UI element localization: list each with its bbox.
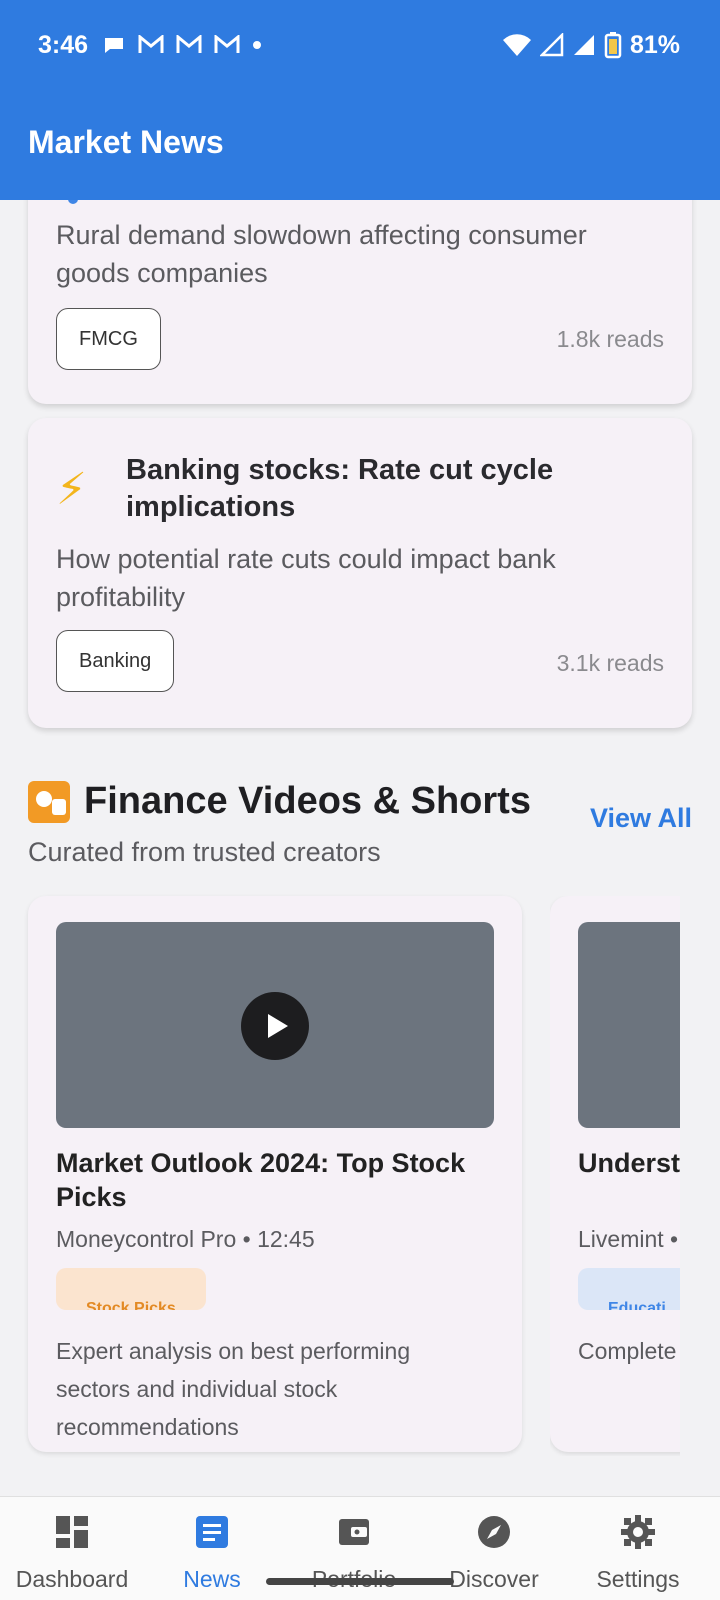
video-title: Underst for Begi bbox=[578, 1148, 680, 1178]
news-reads: 3.1k reads bbox=[556, 650, 664, 676]
home-indicator[interactable] bbox=[266, 1578, 454, 1585]
video-category-label: Educati bbox=[608, 1300, 666, 1310]
news-card[interactable]: Rural demand slowdown affecting consumer… bbox=[28, 200, 692, 404]
video-card[interactable]: Underst for Begi Livemint • Educati Comp… bbox=[550, 896, 680, 1452]
signal-icon bbox=[573, 35, 594, 55]
nav-news[interactable]: News bbox=[140, 1515, 284, 1593]
nav-settings[interactable]: Settings bbox=[566, 1515, 710, 1593]
compass-icon bbox=[478, 1516, 510, 1548]
video-category-chip: Educati bbox=[578, 1268, 680, 1310]
news-description: Rural demand slowdown affecting consumer… bbox=[56, 220, 587, 288]
page-title: Market News bbox=[28, 124, 224, 160]
signal-icon bbox=[539, 33, 564, 57]
gmail-icon bbox=[214, 35, 240, 53]
videos-section-subtitle: Curated from trusted creators bbox=[28, 837, 381, 867]
video-thumbnail[interactable] bbox=[578, 922, 680, 1128]
video-thumbnail[interactable] bbox=[56, 922, 494, 1128]
video-card-peek: Underst for Begi Livemint • Educati Comp… bbox=[550, 896, 680, 1456]
news-tag[interactable]: Banking bbox=[56, 630, 175, 692]
gmail-icon bbox=[138, 35, 164, 53]
dashboard-icon bbox=[56, 1516, 88, 1548]
video-title: Market Outlook 2024: Top Stock Picks bbox=[56, 1148, 466, 1212]
news-card[interactable]: ⚡ Banking stocks: Rate cut cycle implica… bbox=[28, 418, 692, 728]
video-meta: Moneycontrol Pro • 12:45 bbox=[56, 1226, 315, 1252]
gmail-icon bbox=[176, 35, 202, 53]
status-bar: 3:46 81% bbox=[38, 28, 680, 62]
news-emoji-icon bbox=[68, 200, 78, 204]
app-bar: 3:46 81% Market News bbox=[0, 0, 720, 200]
lightning-icon: ⚡ bbox=[56, 465, 87, 514]
news-icon bbox=[196, 1516, 228, 1548]
nav-label: Dashboard bbox=[15, 1566, 129, 1592]
nav-dashboard[interactable]: Dashboard bbox=[0, 1515, 144, 1593]
news-reads: 1.8k reads bbox=[556, 326, 664, 352]
dot-icon bbox=[253, 41, 262, 49]
movie-camera-icon bbox=[28, 780, 70, 823]
status-time: 3:46 bbox=[38, 30, 89, 59]
video-category-label: Stock Picks bbox=[86, 1300, 176, 1310]
battery-icon bbox=[604, 32, 622, 59]
gear-icon bbox=[621, 1515, 655, 1549]
video-meta: Livemint • bbox=[578, 1226, 679, 1252]
wifi-icon bbox=[502, 34, 531, 56]
news-tag[interactable]: FMCG bbox=[56, 308, 161, 370]
battery-percent: 81% bbox=[629, 30, 680, 59]
video-category-chip: Stock Picks bbox=[56, 1268, 206, 1310]
view-all-button[interactable]: View All bbox=[590, 803, 692, 834]
video-description: Complete strategies bbox=[578, 1338, 680, 1364]
news-description: How potential rate cuts could impact ban… bbox=[56, 544, 556, 612]
news-title: Banking stocks: Rate cut cycle implicati… bbox=[126, 454, 554, 523]
system-icons: 81% bbox=[502, 31, 680, 60]
notification-icons bbox=[102, 33, 262, 57]
news-feed[interactable]: Rural demand slowdown affecting consumer… bbox=[0, 200, 720, 1496]
play-icon[interactable] bbox=[241, 992, 309, 1060]
video-description: Expert analysis on best performing secto… bbox=[56, 1338, 411, 1440]
wallet-icon bbox=[339, 1519, 369, 1545]
videos-section-title-text: Finance Videos & Shorts bbox=[84, 780, 531, 822]
nav-label: Settings bbox=[596, 1566, 680, 1592]
video-card[interactable]: Market Outlook 2024: Top Stock Picks Mon… bbox=[28, 896, 522, 1452]
nav-label: News bbox=[183, 1566, 241, 1592]
chat-bubble-icon bbox=[105, 38, 124, 53]
